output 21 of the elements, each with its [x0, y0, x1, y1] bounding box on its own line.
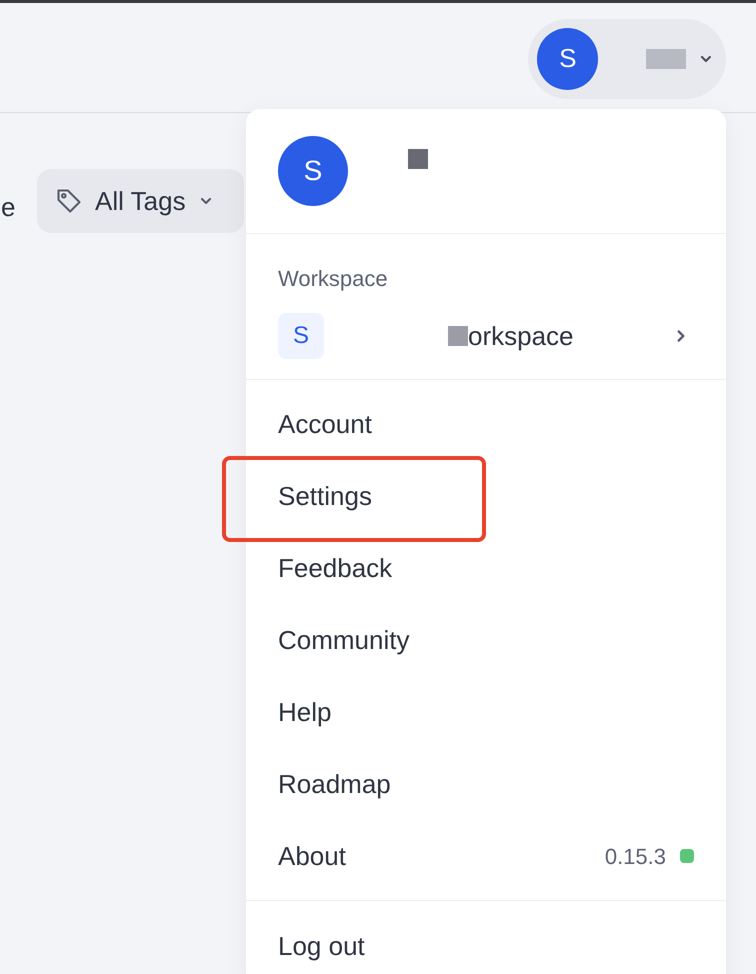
- tag-filter-button[interactable]: All Tags: [37, 169, 244, 233]
- version-text: 0.15.3: [604, 842, 666, 870]
- tag-icon: [55, 187, 83, 215]
- redaction-block: [646, 48, 686, 68]
- toolbar-label: e: [1, 191, 15, 224]
- redaction-block: [448, 326, 468, 346]
- logout-item[interactable]: Log out: [278, 926, 365, 966]
- workspace-item[interactable]: S orkspace: [278, 313, 690, 359]
- menu-item[interactable]: Settings: [278, 476, 372, 516]
- menu-item[interactable]: Help: [278, 692, 332, 732]
- menu-item[interactable]: Community: [278, 620, 410, 660]
- menu-item[interactable]: Roadmap: [278, 764, 391, 804]
- profile-button[interactable]: S: [528, 18, 726, 98]
- menu-item[interactable]: Feedback: [278, 548, 392, 588]
- redaction-block: [408, 149, 428, 169]
- menu-item[interactable]: About: [278, 836, 346, 876]
- menu-item[interactable]: Account: [278, 404, 372, 444]
- user-avatar: S: [278, 136, 348, 206]
- user-avatar: S: [537, 28, 598, 90]
- workspace-icon: S: [278, 313, 324, 359]
- section-label: Workspace: [278, 265, 389, 293]
